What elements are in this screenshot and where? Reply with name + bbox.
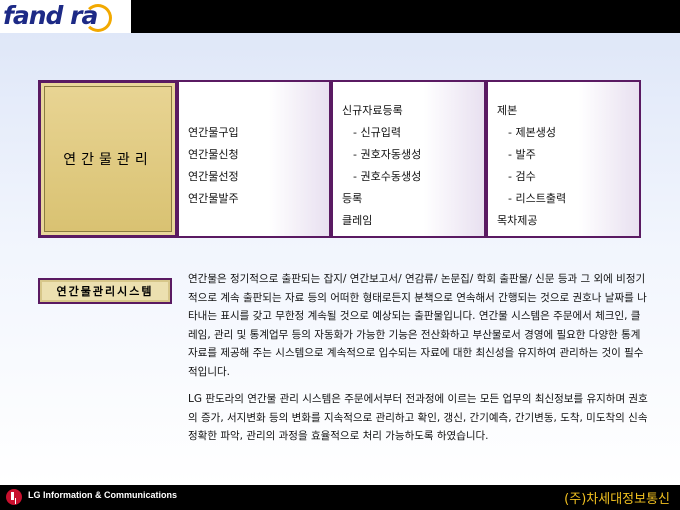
list-item: - 검수 [508, 170, 536, 183]
list-item: 연간물발주 [188, 192, 239, 205]
list-item: - 권호자동생성 [353, 148, 422, 161]
title-panel: 연간물관리 [38, 80, 178, 238]
column-binding: 제본 - 제본생성 - 발주 - 검수 - 리스트출력 목차제공 [486, 80, 641, 238]
list-item: - 제본생성 [508, 126, 556, 139]
list-item: 연간물선정 [188, 170, 239, 183]
description-paragraph-2: LG 판도라의 연간물 관리 시스템은 주문에서부터 전과정에 이르는 모든 업… [188, 393, 648, 442]
panel-title: 연간물관리 [63, 152, 153, 168]
list-item: - 리스트출력 [508, 192, 567, 205]
pandora-logo: fand ra [0, 0, 131, 33]
brand-text: LG Information & Communications [28, 490, 178, 500]
company-name: (주)차세대정보통신 [564, 492, 670, 507]
list-item: 연간물신청 [188, 148, 239, 161]
list-item: 목차제공 [497, 214, 538, 227]
list-item: - 발주 [508, 148, 536, 161]
list-item: - 권호수동생성 [353, 170, 422, 183]
list-item: 등록 [342, 192, 363, 205]
column-acquisition: 연간물구입 연간물신청 연간물선정 연간물발주 [177, 80, 331, 238]
title-panel-inner: 연간물관리 [44, 86, 172, 232]
lg-logo-icon [6, 489, 22, 505]
list-item: 연간물구입 [188, 126, 239, 139]
list-item: 신규자료등록 [342, 104, 403, 117]
description-paragraph-1: 연간물은 정기적으로 출판되는 잡지/ 연간보고서/ 연감류/ 논문집/ 학회 … [188, 273, 647, 378]
list-item: - 신규입력 [353, 126, 401, 139]
system-label: 연간물관리시스템 [38, 278, 172, 304]
list-item: 클레임 [342, 214, 373, 227]
column-registration: 신규자료등록 - 신규입력 - 권호자동생성 - 권호수동생성 등록 클레임 [331, 80, 486, 238]
system-label-text: 연간물관리시스템 [56, 285, 154, 298]
list-item: 제본 [497, 104, 518, 117]
pandora-swoosh-icon [84, 4, 112, 32]
